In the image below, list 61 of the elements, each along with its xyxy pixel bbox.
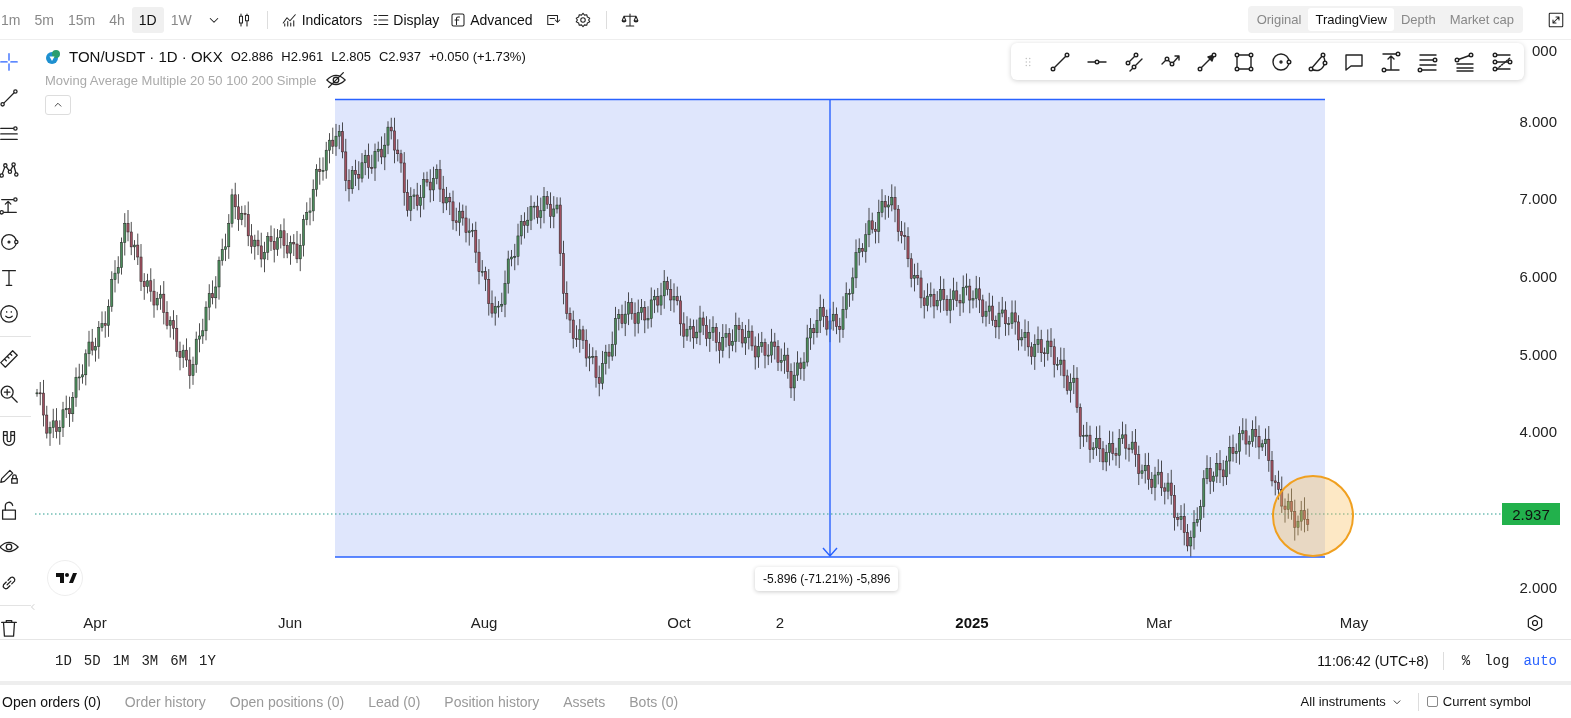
trend-line-icon[interactable] [0,86,21,109]
price-label: 5.000 [1519,345,1557,363]
toolbar-button[interactable]: Advanced [444,6,538,33]
vertical-arrow-icon[interactable] [0,194,21,217]
instrument-filter[interactable]: All instruments [1294,693,1410,710]
time-label: Aug [470,613,498,631]
smiley-icon[interactable] [0,302,21,325]
interval-tab[interactable]: 4h [102,6,132,33]
interval-tab[interactable]: 15m [60,6,103,33]
range-button[interactable]: 3M [137,650,163,671]
ohlc-value: C2.937 [379,49,421,64]
indicator-label: Moving Average Multiple 20 50 100 200 Simple [45,72,317,88]
ruler-icon[interactable] [0,347,21,370]
symbol-title: TON/USDT · 1D · OKX [69,48,223,65]
clock-time: 11:06:42 (UTC+8) [1317,652,1429,669]
time-label: 2 [775,613,785,631]
checkbox-label: Current symbol [1442,694,1531,709]
price-label: 000 [1531,41,1557,59]
price-label: 4.000 [1519,422,1557,440]
ohlc-value: +0.050 (+1.73%) [428,49,526,64]
price-label: 6.000 [1519,267,1557,285]
zoom-in-icon[interactable] [0,383,21,406]
time-label: May [1339,613,1369,631]
price-label: 8.000 [1519,112,1557,130]
measure-label: -5.896 (-71.21%) -5,896 [755,567,899,591]
settings-icon[interactable] [1525,613,1545,633]
settings-icon[interactable] [573,10,592,29]
ohlc-value: L2.805 [331,49,371,64]
interval-tab[interactable]: 5m [27,6,61,33]
scale-toggle[interactable]: % [1457,650,1475,671]
scale-toggle[interactable]: log [1480,650,1514,671]
hidden-eye-icon[interactable] [324,69,347,91]
time-label: 2025 [955,613,989,631]
coin-icon [45,48,61,65]
toolbar-button[interactable]: Indicators [275,6,368,33]
interval-tab[interactable]: 1D [131,6,164,33]
range-button[interactable]: 1D [51,650,76,671]
fullscreen-icon[interactable] [1547,10,1565,29]
time-label: Oct [667,613,691,631]
scale-toggle[interactable]: auto [1519,650,1561,671]
logo-icon[interactable] [47,560,83,596]
range-button[interactable]: 5D [79,650,105,671]
checkbox[interactable] [1426,696,1438,707]
interval-tab[interactable]: 1W [163,6,199,33]
range-button[interactable]: 1M [108,650,134,671]
range-button[interactable]: 6M [166,650,192,671]
time-label: Apr [83,613,107,631]
ohlc-value: O2.886 [230,49,274,64]
time-label: Mar [1146,613,1172,631]
crosshair-icon[interactable] [0,51,21,73]
price-label: 2.000 [1519,578,1557,596]
function-icon [449,10,468,29]
order-tab[interactable]: Open orders (0) [0,693,113,710]
view-mode-tab[interactable]: TradingView [1308,8,1394,31]
ohlc-value: H2.961 [281,49,324,64]
price-label: 7.000 [1519,189,1557,207]
toolbar-button[interactable]: Display [367,6,445,33]
range-button[interactable]: 1Y [195,650,220,671]
interval-tab[interactable]: 1m [0,6,28,33]
time-label: Jun [277,613,303,631]
current-price-label: 2.937 [1502,503,1560,525]
